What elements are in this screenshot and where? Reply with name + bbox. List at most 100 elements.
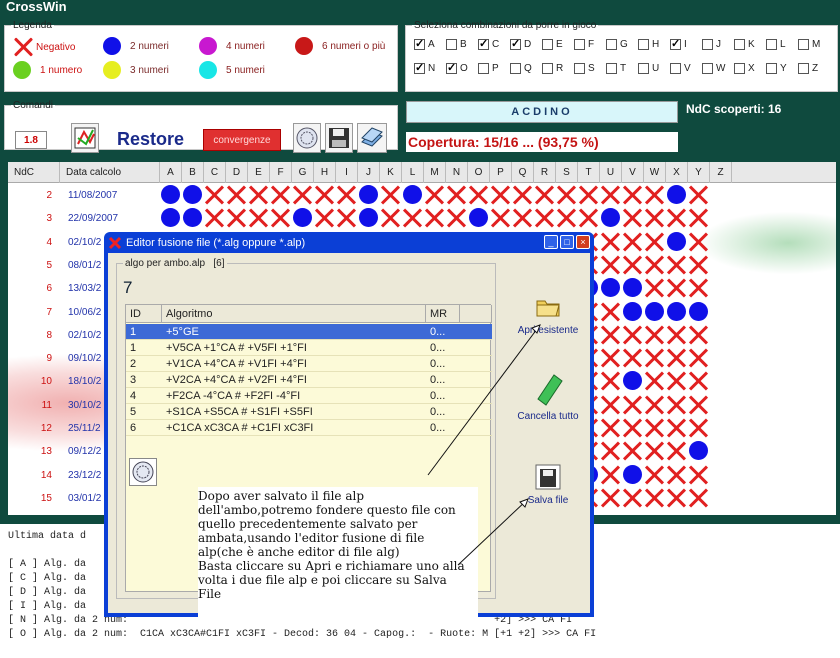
header-col-t[interactable]: T [578, 162, 600, 183]
checkbox-icon[interactable] [542, 63, 553, 74]
hit-dot-icon [688, 301, 709, 323]
checkbox-icon[interactable] [766, 39, 777, 50]
header-col-i[interactable]: I [336, 162, 358, 183]
header-col-a[interactable]: A [160, 162, 182, 183]
checkbox-icon[interactable] [510, 37, 521, 50]
floppy-icon-button[interactable] [325, 123, 353, 153]
header-col-k[interactable]: K [380, 162, 402, 183]
combo-checkbox-x[interactable]: X [734, 63, 755, 74]
checkbox-icon[interactable] [414, 37, 425, 50]
hit-dot-icon [358, 184, 379, 206]
combo-checkbox-n[interactable]: N [414, 61, 435, 74]
combo-checkbox-m[interactable]: M [798, 39, 820, 50]
checkbox-icon[interactable] [478, 63, 489, 74]
combo-checkbox-s[interactable]: S [574, 63, 595, 74]
checkbox-icon[interactable] [414, 61, 425, 74]
header-col-n[interactable]: N [446, 162, 468, 183]
checkbox-icon[interactable] [606, 63, 617, 74]
header-col-r[interactable]: R [534, 162, 556, 183]
header-col-b[interactable]: B [182, 162, 204, 183]
miss-x-icon [424, 184, 445, 206]
header-col-d[interactable]: D [226, 162, 248, 183]
combo-checkbox-o[interactable]: O [446, 61, 468, 74]
combo-checkbox-t[interactable]: T [606, 63, 626, 74]
checkbox-icon[interactable] [606, 39, 617, 50]
combo-checkbox-q[interactable]: Q [510, 63, 532, 74]
header-col-x[interactable]: X [666, 162, 688, 183]
header-date[interactable]: Data calcolo [60, 162, 160, 183]
checkbox-icon[interactable] [478, 37, 489, 50]
checkbox-icon[interactable] [734, 63, 745, 74]
combo-checkbox-h[interactable]: H [638, 39, 659, 50]
combo-checkbox-y[interactable]: Y [766, 63, 787, 74]
checkbox-icon[interactable] [766, 63, 777, 74]
close-icon[interactable]: × [576, 235, 590, 249]
legend-panel: Legenda Negativo 2 numeri 4 numeri 6 numeri… [4, 20, 398, 92]
checkbox-icon[interactable] [574, 63, 585, 74]
combo-checkbox-v[interactable]: V [670, 63, 691, 74]
header-col-c[interactable]: C [204, 162, 226, 183]
combo-checkbox-z[interactable]: Z [798, 63, 818, 74]
combo-checkbox-c[interactable]: C [478, 37, 499, 50]
combo-checkbox-w[interactable]: W [702, 63, 725, 74]
combo-checkbox-f[interactable]: F [574, 39, 594, 50]
header-col-j[interactable]: J [358, 162, 380, 183]
value-field[interactable]: 1.8 [15, 131, 47, 149]
dialog-titlebar[interactable]: Editor fusione file (*.alg oppure *.alp)… [108, 234, 590, 252]
maximize-icon[interactable]: □ [560, 235, 574, 249]
checkbox-icon[interactable] [734, 39, 745, 50]
header-col-w[interactable]: W [644, 162, 666, 183]
header-col-q[interactable]: Q [512, 162, 534, 183]
combo-checkbox-b[interactable]: B [446, 39, 467, 50]
combo-checkbox-e[interactable]: E [542, 39, 563, 50]
convergenze-button[interactable]: convergenze [203, 129, 281, 151]
minimize-icon[interactable]: _ [544, 235, 558, 249]
header-ndc[interactable]: NdC [8, 162, 60, 183]
checkbox-icon[interactable] [446, 39, 457, 50]
combo-checkbox-g[interactable]: G [606, 39, 628, 50]
checkbox-icon[interactable] [798, 39, 809, 50]
combo-label: O [460, 63, 468, 74]
header-col-s[interactable]: S [556, 162, 578, 183]
combo-checkbox-a[interactable]: A [414, 37, 435, 50]
hit-dot-icon [600, 207, 621, 229]
checkbox-icon[interactable] [510, 63, 521, 74]
header-col-m[interactable]: M [424, 162, 446, 183]
checkbox-icon[interactable] [574, 39, 585, 50]
checkbox-icon[interactable] [702, 39, 713, 50]
hit-dot-icon [644, 301, 665, 323]
combo-checkbox-d[interactable]: D [510, 37, 531, 50]
header-col-h[interactable]: H [314, 162, 336, 183]
combo-checkbox-r[interactable]: R [542, 63, 563, 74]
combo-checkbox-u[interactable]: U [638, 63, 659, 74]
header-col-y[interactable]: Y [688, 162, 710, 183]
miss-x-icon [688, 394, 709, 416]
header-col-o[interactable]: O [468, 162, 490, 183]
combo-checkbox-i[interactable]: I [670, 37, 687, 50]
checkbox-icon[interactable] [542, 39, 553, 50]
seal-icon-button[interactable] [293, 123, 321, 153]
header-col-u[interactable]: U [600, 162, 622, 183]
header-col-p[interactable]: P [490, 162, 512, 183]
checkbox-icon[interactable] [638, 39, 649, 50]
header-col-z[interactable]: Z [710, 162, 732, 183]
header-col-l[interactable]: L [402, 162, 424, 183]
combo-checkbox-l[interactable]: L [766, 39, 786, 50]
legend-item: Negativo [13, 37, 75, 57]
header-col-v[interactable]: V [622, 162, 644, 183]
restore-label[interactable]: Restore [117, 129, 184, 150]
checkbox-icon[interactable] [670, 63, 681, 74]
combo-checkbox-k[interactable]: K [734, 39, 755, 50]
checkbox-icon[interactable] [446, 61, 457, 74]
chart-icon-button[interactable] [71, 123, 99, 153]
stack-icon-button[interactable] [357, 123, 387, 153]
combo-checkbox-j[interactable]: J [702, 39, 721, 50]
header-col-e[interactable]: E [248, 162, 270, 183]
combo-checkbox-p[interactable]: P [478, 63, 499, 74]
checkbox-icon[interactable] [670, 37, 681, 50]
checkbox-icon[interactable] [638, 63, 649, 74]
header-col-g[interactable]: G [292, 162, 314, 183]
checkbox-icon[interactable] [702, 63, 713, 74]
header-col-f[interactable]: F [270, 162, 292, 183]
checkbox-icon[interactable] [798, 63, 809, 74]
